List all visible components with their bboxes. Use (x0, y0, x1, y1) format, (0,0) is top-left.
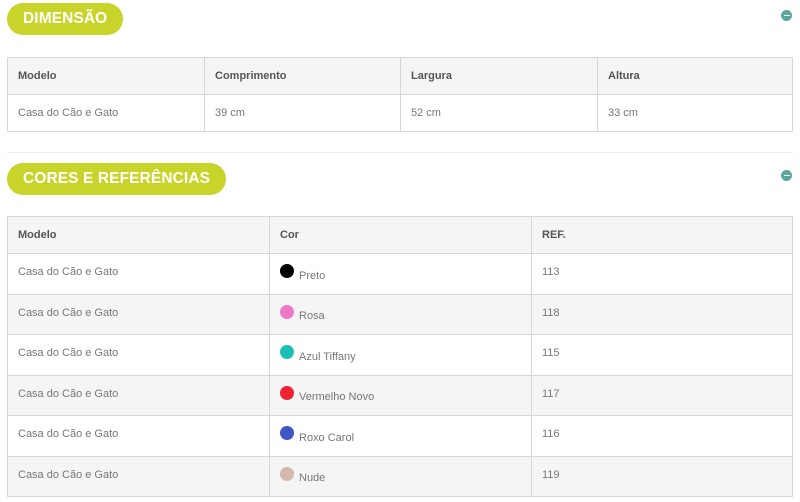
color-name: Vermelho Novo (299, 391, 375, 404)
collapse-colors-icon[interactable] (781, 170, 792, 181)
cell-color: Preto (269, 253, 532, 295)
cell-ref: 118 (531, 293, 793, 335)
color-name: Rosa (299, 310, 325, 323)
table-row: Casa do Cão e Gato 39 cm 52 cm 33 cm (7, 94, 793, 132)
colors-table: Modelo Cor REF. Casa do Cão e Gato Preto 1… (7, 216, 793, 497)
color-swatch-icon (280, 345, 294, 359)
column-header-comprimento: Comprimento (204, 57, 401, 95)
cell-width: 52 cm (400, 94, 598, 132)
cell-height: 33 cm (597, 94, 793, 132)
cell-color: Vermelho Novo (269, 374, 532, 416)
table-row: Casa do Cão e Gato Rosa 118 (7, 293, 793, 335)
column-header-largura: Largura (400, 57, 598, 95)
column-header-modelo: Modelo (7, 57, 205, 95)
cell-color: Roxo Carol (269, 415, 532, 457)
dimension-section-title[interactable]: DIMENSÃO (7, 3, 124, 35)
color-name: Roxo Carol (299, 431, 355, 444)
color-name: Nude (299, 472, 326, 485)
color-swatch-icon (280, 304, 294, 319)
cell-color: Nude (269, 455, 532, 497)
color-swatch-icon (280, 426, 294, 440)
cell-model: Casa do Cão e Gato (7, 253, 270, 295)
colors-header-row: Modelo Cor REF. (7, 216, 793, 254)
cell-model: Casa do Cão e Gato (7, 334, 270, 376)
table-row: Casa do Cão e Gato Preto 113 (7, 253, 793, 295)
table-row: Casa do Cão e Gato Azul Tiffany 115 (7, 334, 793, 376)
cell-model: Casa do Cão e Gato (7, 94, 205, 132)
collapse-dimension-icon[interactable] (781, 10, 792, 21)
cell-model: Casa do Cão e Gato (7, 415, 270, 457)
column-header-modelo: Modelo (7, 216, 270, 254)
dimension-title-label: DIMENSÃO (23, 10, 108, 27)
color-swatch-icon (280, 385, 294, 400)
cell-ref: 119 (531, 455, 793, 497)
cell-model: Casa do Cão e Gato (7, 293, 270, 335)
cell-model: Casa do Cão e Gato (7, 455, 270, 497)
color-swatch-icon (280, 264, 294, 278)
column-header-cor: Cor (269, 216, 532, 254)
color-name: Preto (299, 269, 326, 282)
cell-ref: 115 (531, 334, 793, 376)
table-row: Casa do Cão e Gato Vermelho Novo 117 (7, 374, 793, 416)
column-header-ref: REF. (531, 216, 793, 254)
table-row: Casa do Cão e Gato Nude 119 (7, 455, 793, 497)
cell-ref: 117 (531, 374, 793, 416)
cell-ref: 113 (531, 253, 793, 295)
cell-color: Azul Tiffany (269, 334, 532, 376)
colors-section-title[interactable]: CORES E REFERÊNCIAS (7, 163, 227, 195)
cell-color: Rosa (269, 293, 532, 335)
column-header-altura: Altura (597, 57, 793, 95)
colors-title-label: CORES E REFERÊNCIAS (23, 170, 211, 187)
color-swatch-icon (280, 466, 294, 481)
table-row: Casa do Cão e Gato Roxo Carol 116 (7, 415, 793, 457)
dimension-header-row: Modelo Comprimento Largura Altura (7, 57, 793, 95)
cell-length: 39 cm (204, 94, 401, 132)
cell-ref: 116 (531, 415, 793, 457)
cell-model: Casa do Cão e Gato (7, 374, 270, 416)
dimension-table: Modelo Comprimento Largura Altura Casa d… (7, 57, 793, 132)
section-divider (7, 152, 793, 153)
color-name: Azul Tiffany (299, 350, 356, 363)
